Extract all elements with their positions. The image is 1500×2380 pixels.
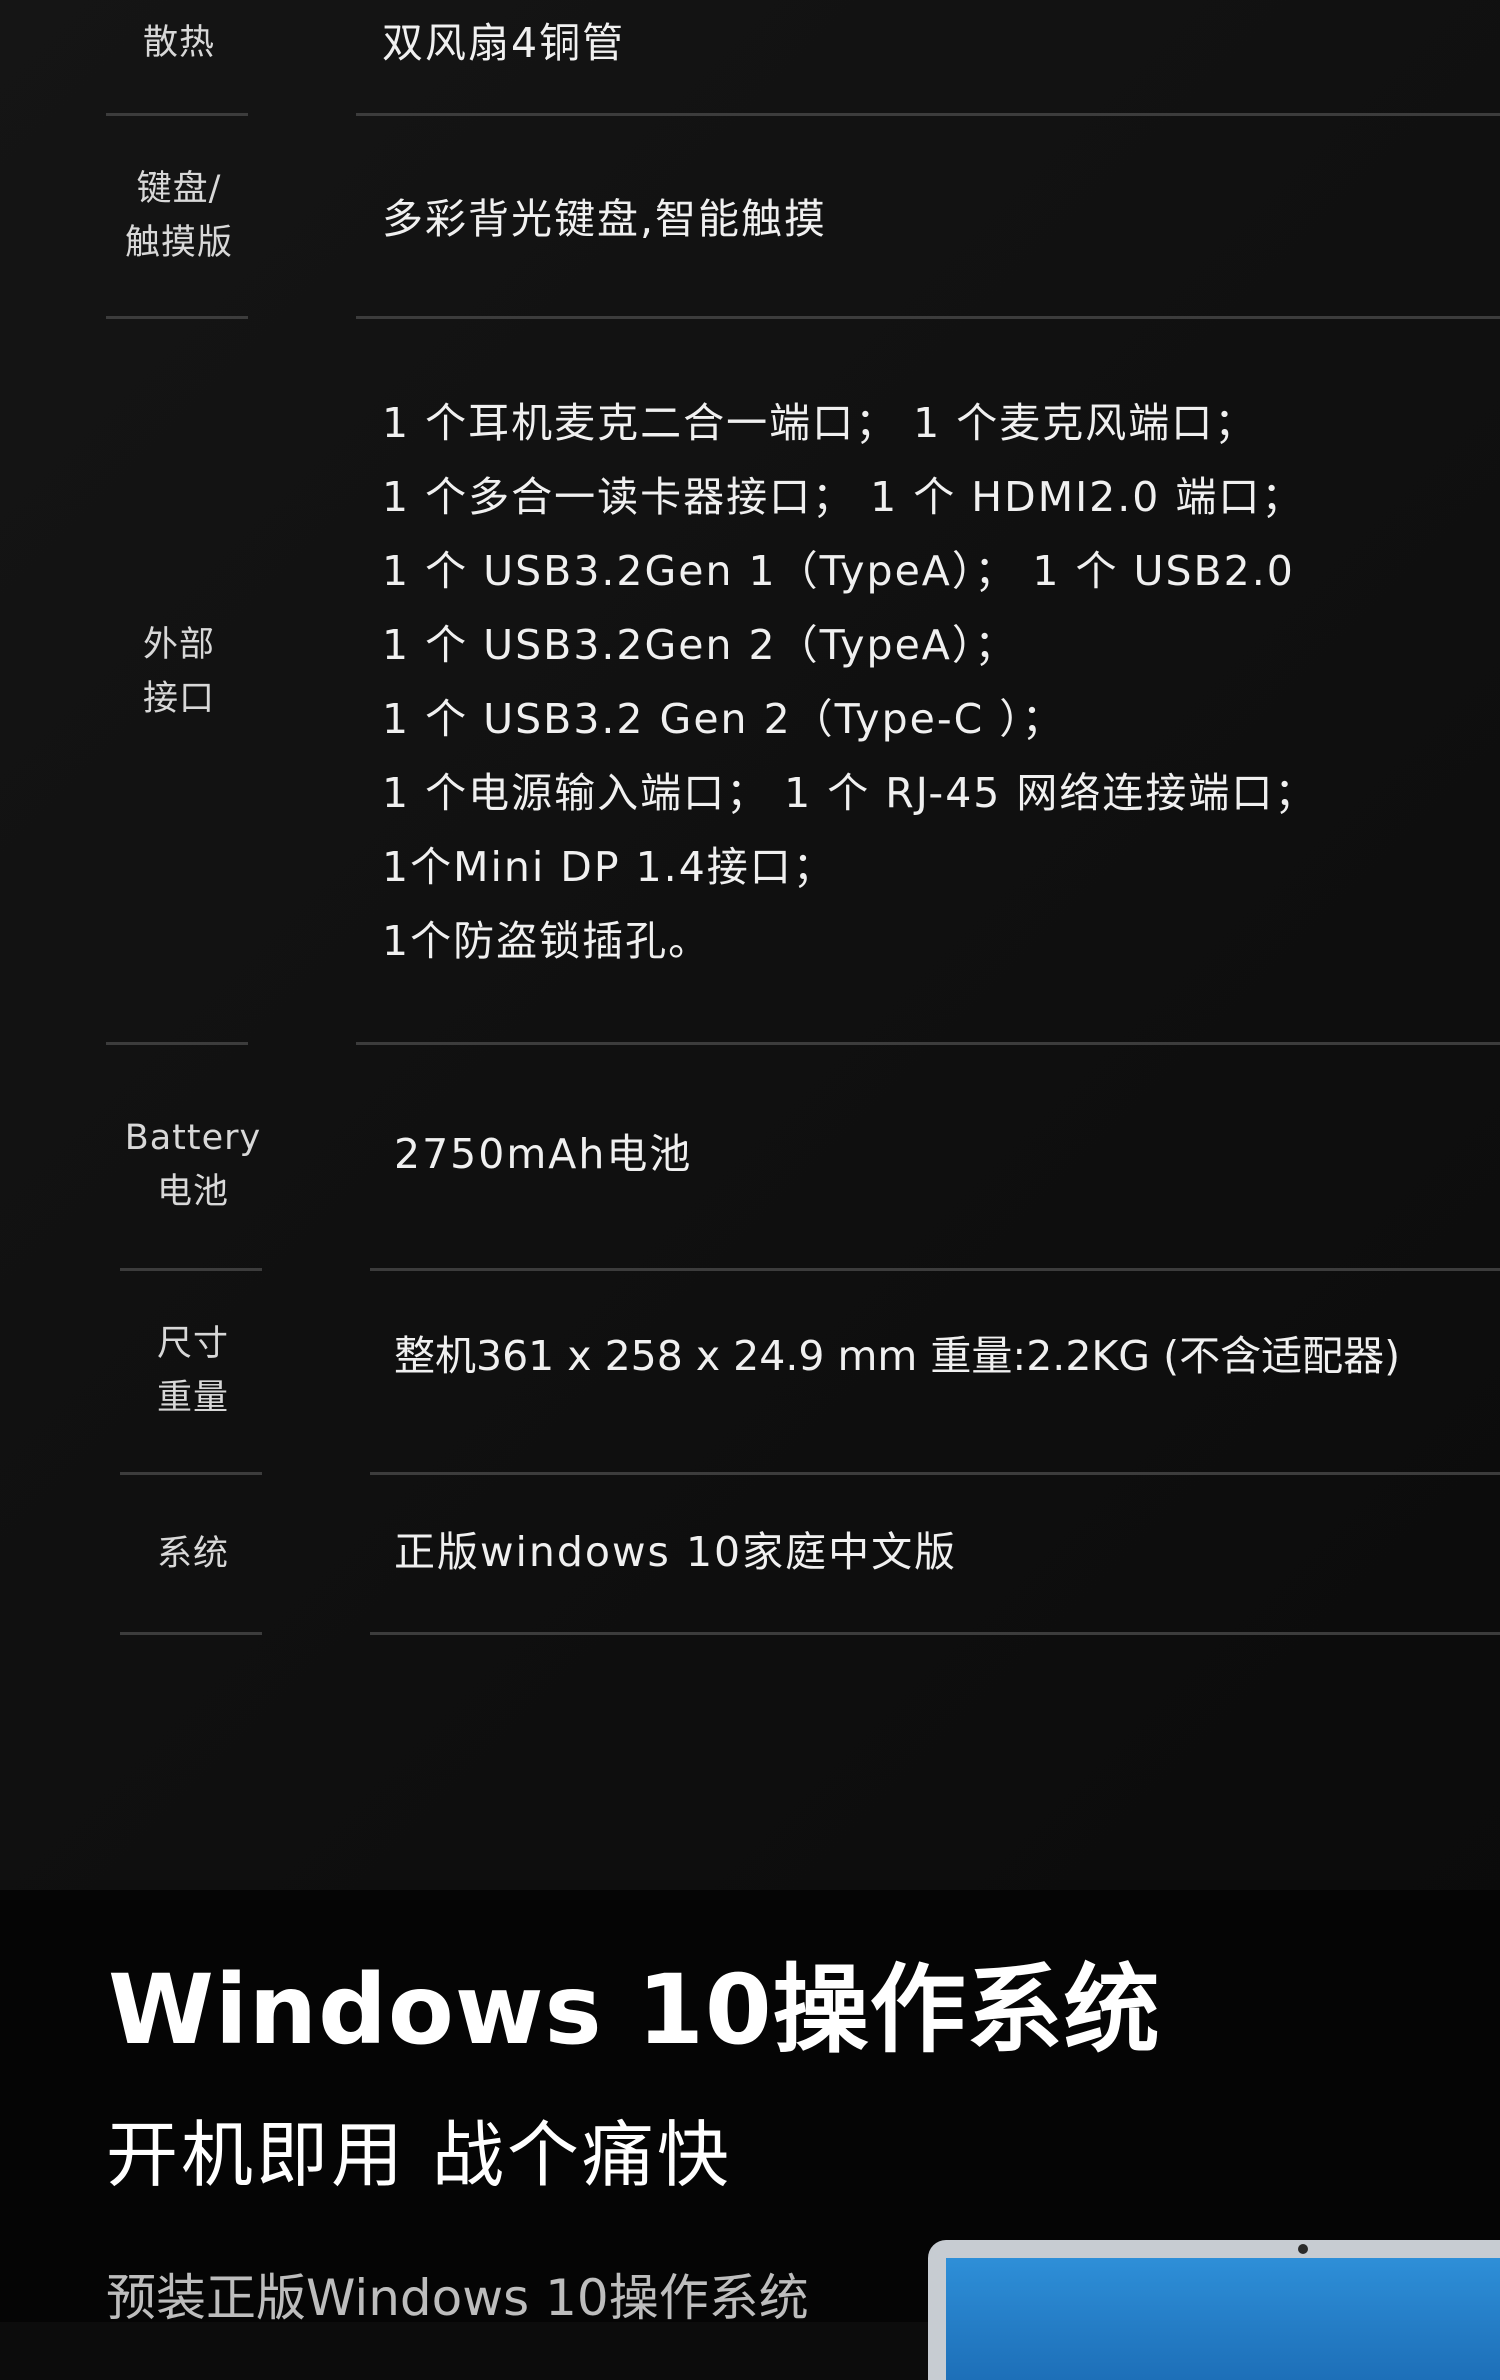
webcam-icon (1298, 2244, 1308, 2254)
port-line: 1 个电源输入端口； 1 个 RJ-45 网络连接端口； (382, 769, 1318, 817)
spec-value-cooling: 双风扇4铜管 (382, 19, 626, 67)
spec-row-battery: Battery 电池 2750mAh电池 (0, 1045, 1500, 1270)
laptop-image (928, 2240, 1500, 2380)
spec-value-os: 正版windows 10家庭中文版 (394, 1528, 958, 1576)
spec-row-ports: 外部 接口 1 个耳机麦克二合一端口； 1 个麦克风端口； 1 个多合一读卡器接… (0, 318, 1500, 1043)
spec-row-keyboard: 键盘/ 触摸版 多彩背光键盘,智能触摸 (0, 116, 1500, 316)
port-line: 1 个耳机麦克二合一端口； 1 个麦克风端口； (382, 399, 1258, 447)
intro-description: 预装正版Windows 10操作系统 (106, 2269, 809, 2327)
port-line: 1 个 USB3.2Gen 1（TypeA）； 1 个 USB2.0 (382, 547, 1295, 595)
spec-value-keyboard: 多彩背光键盘,智能触摸 (382, 195, 828, 243)
intro-subtitle: 开机即用 战个痛快 (106, 2113, 732, 2197)
spec-label-ports: 外部 接口 (142, 625, 215, 719)
laptop-screen (946, 2258, 1500, 2380)
row-divider (120, 1632, 262, 1635)
port-line: 1个防盗锁插孔。 (382, 917, 712, 965)
spec-label-size: 尺寸 重量 (156, 1324, 229, 1418)
spec-row-size: 尺寸 重量 整机361 x 258 x 24.9 mm 重量:2.2KG (不含… (0, 1271, 1500, 1475)
spec-label-battery: Battery 电池 (124, 1118, 262, 1212)
spec-table: 散热 双风扇4铜管 键盘/ 触摸版 多彩背光键盘,智能触摸 外部 接口 1 个耳… (0, 0, 1500, 1640)
spec-label-keyboard: 键盘/ 触摸版 (124, 169, 233, 263)
spec-value-size: 整机361 x 258 x 24.9 mm 重量:2.2KG (不含适配器) (394, 1332, 1401, 1380)
port-line: 1 个多合一读卡器接口； 1 个 HDMI2.0 端口； (382, 473, 1305, 521)
spec-label-cooling: 散热 (142, 23, 215, 63)
intro-title: Windows 10操作系统 (108, 1954, 1161, 2066)
spec-row-os: 系统 正版windows 10家庭中文版 (0, 1475, 1500, 1635)
spec-row-cooling: 散热 双风扇4铜管 (0, 0, 1500, 116)
spec-value-battery: 2750mAh电池 (394, 1130, 693, 1178)
port-line: 1 个 USB3.2Gen 2（TypeA）； (382, 621, 1018, 669)
port-line: 1个Mini DP 1.4接口； (382, 843, 836, 891)
row-divider (370, 1632, 1500, 1635)
spec-label-os: 系统 (156, 1534, 229, 1574)
port-line: 1 个 USB3.2 Gen 2（Type-C ）； (382, 695, 1065, 743)
